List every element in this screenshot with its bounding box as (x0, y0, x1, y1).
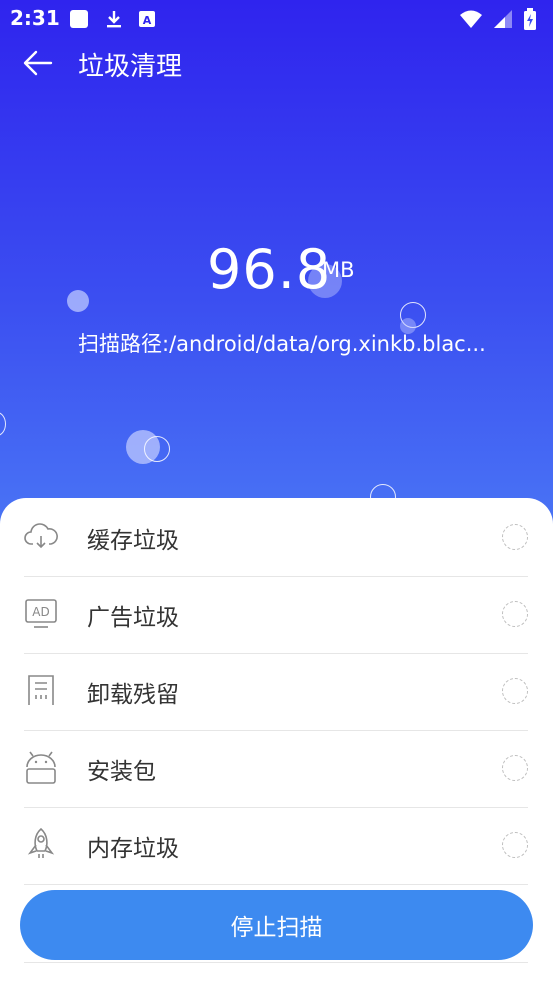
list-item-label: 内存垃圾 (87, 836, 179, 862)
divider (24, 962, 528, 963)
page-title: 垃圾清理 (78, 52, 183, 82)
hero-header: 2:31 A 垃圾清理 96.8 MB 扫描路径:/android/data/o… (0, 0, 553, 540)
list-item-uninstall-residue[interactable]: 卸载残留 (24, 653, 528, 731)
status-time: 2:31 (10, 6, 60, 30)
signal-icon (493, 9, 513, 33)
download-icon (103, 8, 125, 30)
list-item-install-package[interactable]: 安装包 (24, 730, 528, 808)
junk-size-value: 96.8 (207, 238, 332, 301)
uninstall-residue-icon (24, 673, 58, 707)
list-item-label: 安装包 (87, 759, 156, 785)
rocket-icon (24, 827, 58, 861)
white-square-icon (68, 8, 90, 30)
scan-spinner (502, 601, 528, 627)
app-bar: 垃圾清理 (0, 38, 553, 88)
scan-spinner (502, 832, 528, 858)
bubble (67, 290, 89, 312)
status-bar: 2:31 A (0, 0, 553, 38)
a-badge-icon: A (136, 8, 158, 30)
list-item-label: 卸载残留 (87, 682, 179, 708)
list-item-ad-junk[interactable]: AD 广告垃圾 (24, 576, 528, 654)
list-item-memory-junk[interactable]: 内存垃圾 (24, 807, 528, 885)
wifi-icon (459, 9, 483, 33)
junk-size-unit: MB (322, 258, 355, 282)
back-arrow-icon[interactable] (22, 48, 54, 78)
list-item-label: 缓存垃圾 (87, 528, 179, 554)
bubble (144, 436, 170, 462)
cloud-download-icon (24, 519, 58, 553)
scan-path-text: 扫描路径:/android/data/org.xinkb.blac... (78, 332, 486, 356)
android-icon (24, 750, 58, 784)
battery-icon (523, 8, 537, 34)
scan-spinner (502, 524, 528, 550)
ad-icon: AD (24, 596, 58, 630)
list-item-label: 广告垃圾 (87, 605, 179, 631)
bubble (0, 412, 6, 436)
svg-text:AD: AD (32, 605, 49, 619)
scan-spinner (502, 678, 528, 704)
svg-text:A: A (143, 14, 152, 27)
scan-spinner (502, 755, 528, 781)
stop-scan-button[interactable]: 停止扫描 (20, 890, 533, 960)
list-item-cache-junk[interactable]: 缓存垃圾 (24, 499, 528, 577)
